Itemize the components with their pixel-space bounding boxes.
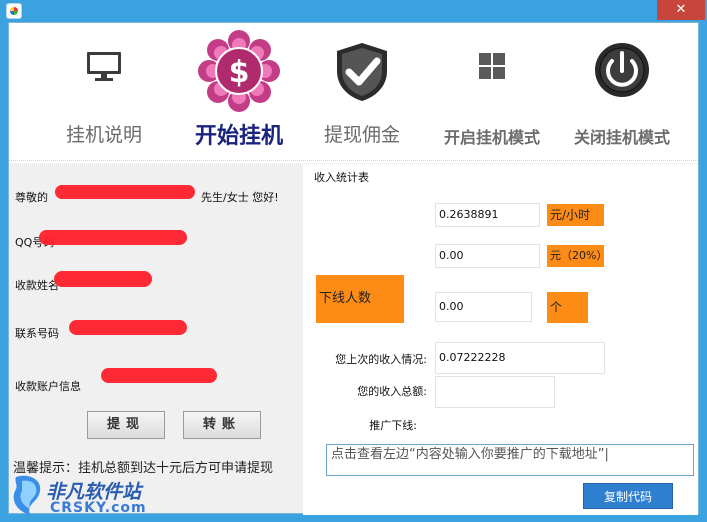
greeting-prefix: 尊敬的: [15, 191, 48, 204]
tool-instructions[interactable]: 挂机说明: [49, 23, 159, 163]
total-income-field: [435, 376, 555, 408]
tool-enable-mode[interactable]: 开启挂机模式: [433, 23, 551, 163]
downline-label: 下线人数: [316, 275, 404, 323]
last-income-label: 您上次的收入情况:: [335, 353, 427, 366]
tool-label: 关闭挂机模式: [573, 128, 670, 147]
app-window: ✕ 挂机说明 $ 开始挂机 提现佣金 开启挂机模式 关闭挂机模式 尊敬的 先生/…: [0, 0, 707, 522]
toolbar: 挂机说明 $ 开始挂机 提现佣金 开启挂机模式 关闭挂机模式: [9, 23, 698, 163]
withdraw-button[interactable]: 提现: [87, 411, 165, 439]
shield-check-icon: [337, 43, 387, 101]
monitor-icon: [87, 52, 121, 81]
last-income-field: 0.07222228: [435, 342, 605, 374]
close-button[interactable]: ✕: [657, 0, 705, 20]
tool-label: 挂机说明: [65, 124, 142, 146]
windows-logo-icon: [479, 53, 505, 79]
commission-field: 0.00: [435, 244, 540, 268]
rate-unit: 元/小时: [547, 204, 604, 226]
redacted-payee: [54, 271, 152, 287]
watermark: 非凡软件站 CRSKY.com: [0, 467, 170, 522]
downline-field: 0.00: [435, 292, 532, 322]
greeting-suffix: 先生/女士 您好!: [201, 191, 279, 204]
phone-label: 联系号码: [15, 327, 59, 340]
watermark-logo: [13, 475, 41, 515]
app-icon: [6, 3, 22, 19]
income-stats-panel: 收入统计表 0.2638891 元/小时 0.00 元（20%） 下线人数 0.…: [303, 164, 698, 515]
rate-field: 0.2638891: [435, 203, 540, 227]
redacted-account: [101, 368, 217, 383]
copy-code-button[interactable]: 复制代码: [583, 483, 673, 509]
svg-text:$: $: [229, 55, 250, 90]
commission-unit: 元（20%）: [547, 245, 607, 267]
account-label: 收款账户信息: [15, 380, 81, 393]
group-title: 收入统计表: [311, 169, 372, 185]
payee-name-label: 收款姓名: [15, 279, 59, 292]
tool-withdraw[interactable]: 提现佣金: [307, 23, 417, 163]
redacted-name: [55, 185, 195, 199]
tool-start[interactable]: $ 开始挂机: [179, 23, 299, 163]
power-icon: [595, 43, 649, 97]
tool-label: 提现佣金: [323, 124, 400, 146]
downline-unit: 个: [547, 292, 588, 323]
promote-link-box[interactable]: 点击查看左边“内容处输入你要推广的下载地址”|: [326, 444, 694, 476]
watermark-en: CRSKY.com: [50, 500, 147, 516]
dollar-flower-icon: $: [198, 30, 280, 112]
toolbar-divider: [9, 160, 698, 162]
tool-label: 开始挂机: [194, 124, 283, 149]
promote-label: 推广下线:: [369, 419, 417, 432]
client-area: 挂机说明 $ 开始挂机 提现佣金 开启挂机模式 关闭挂机模式 尊敬的 先生/女士…: [8, 22, 699, 515]
title-bar: ✕: [0, 0, 707, 22]
redacted-qq: [39, 230, 187, 245]
redacted-phone: [69, 320, 187, 335]
tool-label: 开启挂机模式: [443, 128, 540, 147]
transfer-button[interactable]: 转账: [183, 411, 261, 439]
tool-disable-mode[interactable]: 关闭挂机模式: [561, 23, 683, 163]
user-info-panel: 尊敬的 先生/女士 您好! QQ号码 收款姓名 联系号码 收款账户信息 提现 转…: [9, 164, 301, 515]
total-income-label: 您的收入总额:: [357, 385, 427, 398]
